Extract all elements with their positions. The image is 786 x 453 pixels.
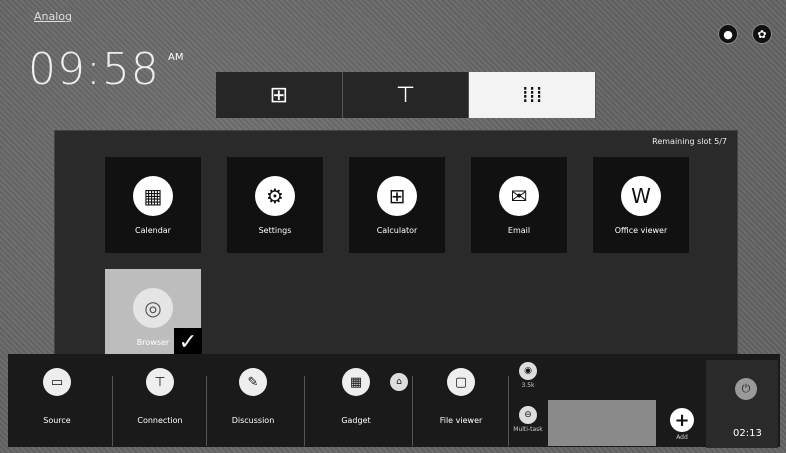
- taskbar-connection[interactable]: ⊤ Connection: [120, 354, 200, 447]
- discussion-icon: ✎: [239, 368, 267, 396]
- app-calculator[interactable]: ⊞ Calculator: [349, 157, 445, 253]
- taskbar-gadget[interactable]: ▦ Gadget: [328, 354, 384, 447]
- taskbar-time: 02:13: [733, 428, 762, 439]
- gear-icon[interactable]: ✿: [752, 24, 772, 44]
- app-office-viewer[interactable]: W Office viewer: [593, 157, 689, 253]
- multitask-icon: ⊖: [519, 406, 537, 424]
- apps-panel: Remaining slot 5/7 ▦ Calendar ⚙ Settings…: [54, 130, 738, 365]
- tab-whiteboard[interactable]: ⊤: [342, 72, 470, 118]
- mini-label: Multi-task: [513, 426, 543, 433]
- taskbar-label: Discussion: [231, 416, 275, 425]
- browser-icon: ◎: [133, 287, 173, 328]
- record-icon: ◉: [519, 362, 537, 380]
- plus-icon: +: [670, 408, 694, 432]
- divider: [304, 376, 305, 446]
- tab-apps[interactable]: ⁞⁞⁞: [469, 72, 597, 118]
- selected-check-icon: ✓: [174, 328, 202, 356]
- taskbar-label: Gadget: [341, 416, 371, 425]
- divider: [112, 376, 113, 446]
- monitor-icon: ▭: [43, 368, 71, 396]
- app-label: Email: [507, 225, 531, 235]
- clock-suffix: AM: [168, 52, 184, 63]
- taskbar-source[interactable]: ▭ Source: [22, 354, 92, 447]
- app-label: Browser: [136, 337, 170, 347]
- taskbar-home[interactable]: ⌂: [382, 354, 416, 447]
- divider: [206, 376, 207, 446]
- calendar-icon: ▦: [133, 175, 173, 216]
- app-label: Settings: [258, 225, 292, 235]
- remaining-slots: Remaining slot 5/7: [652, 137, 727, 146]
- add-label: Add: [676, 434, 688, 441]
- windows-icon: ⊞: [269, 82, 289, 108]
- taskbar-multi-task[interactable]: ⊖ Multi-task: [510, 402, 546, 447]
- whiteboard-icon: ⊤: [395, 82, 416, 108]
- user-icon[interactable]: ●: [718, 24, 738, 44]
- calculator-icon: ⊞: [377, 175, 417, 216]
- app-label: Calculator: [376, 225, 418, 235]
- add-button[interactable]: + Add: [664, 408, 700, 444]
- taskbar-discussion[interactable]: ✎ Discussion: [208, 354, 298, 447]
- taskbar-label: Connection: [137, 416, 183, 425]
- app-calendar[interactable]: ▦ Calendar: [105, 157, 201, 253]
- tab-windows[interactable]: ⊞: [216, 72, 343, 118]
- mode-tabs: ⊞ ⊤ ⁞⁞⁞: [216, 72, 597, 118]
- email-icon: ✉: [499, 175, 539, 216]
- clock: 09:58: [28, 44, 160, 95]
- empty-slot: [548, 400, 656, 446]
- settings-icon: ⚙: [255, 175, 295, 216]
- mini-label: 3.5k: [521, 382, 535, 389]
- divider: [508, 376, 509, 446]
- office-viewer-icon: W: [621, 175, 661, 216]
- power-icon[interactable]: ⏻: [735, 378, 757, 400]
- taskbar-label: Source: [43, 416, 71, 425]
- app-title[interactable]: Analog: [34, 10, 72, 23]
- taskbar-label: File viewer: [439, 416, 483, 425]
- apps-grid-icon: ⁞⁞⁞: [521, 82, 543, 108]
- connection-icon: ⊤: [146, 368, 174, 396]
- app-label: Office viewer: [614, 225, 668, 235]
- divider: [412, 376, 413, 446]
- home-icon: ⌂: [390, 373, 408, 391]
- app-label: Calendar: [135, 225, 171, 235]
- app-settings[interactable]: ⚙ Settings: [227, 157, 323, 253]
- file-viewer-icon: ▢: [447, 368, 475, 396]
- top-right-icons: ● ✿: [718, 24, 772, 44]
- taskbar-file-viewer[interactable]: ▢ File viewer: [418, 354, 504, 447]
- gadget-icon: ▦: [342, 368, 370, 396]
- app-email[interactable]: ✉ Email: [471, 157, 567, 253]
